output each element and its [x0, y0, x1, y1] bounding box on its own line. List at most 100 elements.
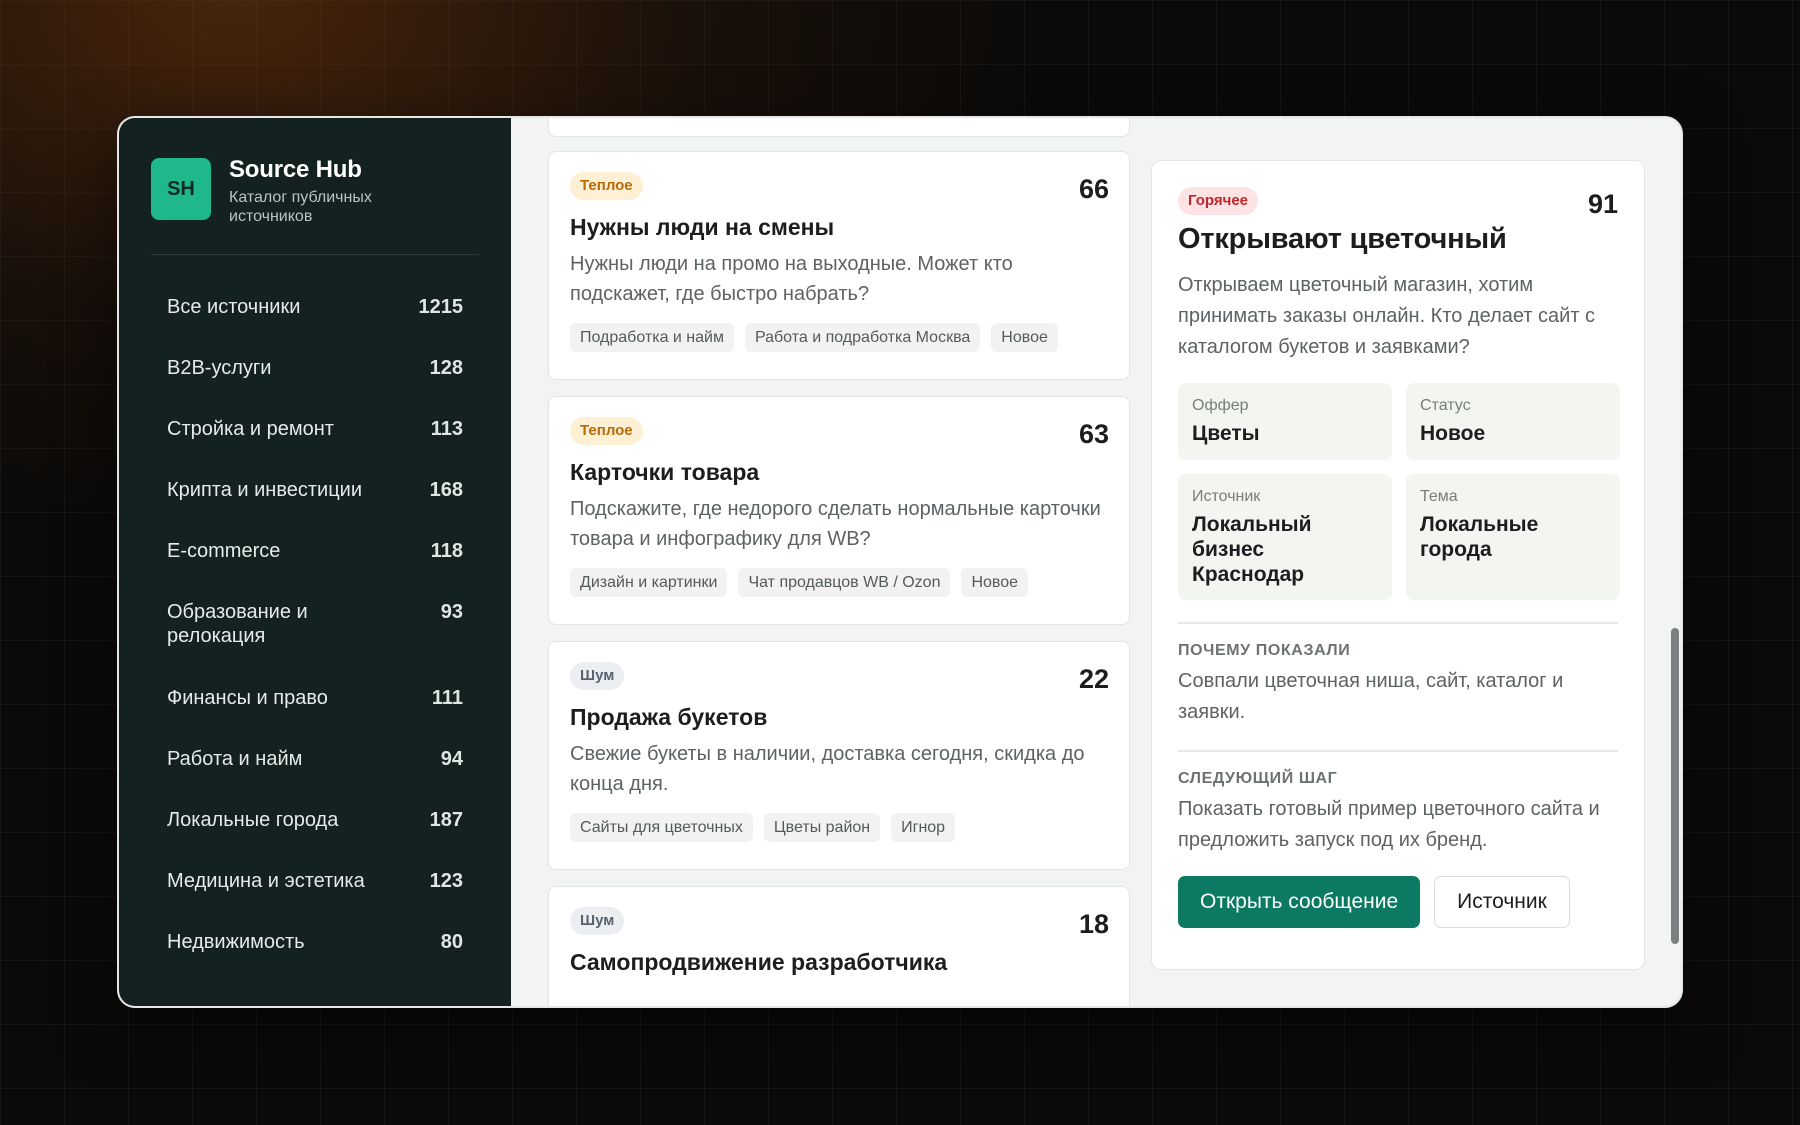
- sidebar-item-realty[interactable]: Недвижимость 80: [151, 916, 479, 977]
- sidebar-item-ecommerce[interactable]: E-commerce 118: [151, 525, 479, 586]
- sidebar-item-label: Крипта и инвестиции: [167, 479, 362, 501]
- sidebar-item-b2b[interactable]: B2B-услуги 128: [151, 342, 479, 403]
- tag: Игнор: [891, 813, 956, 842]
- lead-title: Самопродвижение разработчика: [570, 949, 948, 975]
- app-window: SH Source Hub Каталог публичных источник…: [117, 116, 1683, 1008]
- sidebar-item-construction[interactable]: Стройка и ремонт 113: [151, 403, 479, 464]
- tag: Чат продавцов WB / Ozon: [738, 568, 951, 597]
- temperature-badge: Шум: [570, 662, 625, 690]
- lead-score: 18: [1078, 909, 1109, 939]
- tag: Дизайн и картинки: [570, 568, 728, 597]
- lead-score: 22: [1078, 664, 1109, 694]
- sidebar-item-count: 94: [440, 748, 463, 770]
- lead-card[interactable]: Теплое 66 Нужны люди на смены Нужны люди…: [548, 151, 1130, 380]
- sidebar-item-count: 80: [440, 931, 463, 953]
- sidebar-item-label: Медицина и эстетика: [167, 870, 365, 892]
- brand: SH Source Hub Каталог публичных источник…: [151, 156, 479, 255]
- sidebar-item-education[interactable]: Образование и релокация 93: [151, 586, 479, 672]
- main-area: Теплое 66 Нужны люди на смены Нужны люди…: [511, 118, 1681, 1006]
- next-step-section: СЛЕДУЮЩИЙ ШАГ Показать готовый пример цв…: [1178, 750, 1618, 856]
- detail-facts: Оффер Цветы Статус Новое Источник Локаль…: [1178, 383, 1620, 600]
- detail-text: Открываем цветочный магазин, хотим прини…: [1178, 274, 1596, 358]
- sidebar-item-label: Локальные города: [167, 809, 339, 831]
- fact-label: Источник: [1192, 488, 1261, 505]
- sidebar-item-label: Образование и релокация: [167, 601, 308, 647]
- tag: Новое: [991, 323, 1058, 352]
- sidebar-item-count: 113: [430, 418, 463, 440]
- sidebar-item-count: 128: [429, 357, 463, 379]
- lead-title: Карточки товара: [570, 459, 760, 485]
- sidebar-item-local[interactable]: Локальные города 187: [151, 794, 479, 855]
- lead-text: Подскажите, где недорого сделать нормаль…: [570, 498, 1101, 550]
- sidebar-item-count: 118: [430, 540, 463, 562]
- brand-name: Source Hub: [229, 156, 362, 183]
- temperature-badge: Теплое: [570, 172, 643, 200]
- fact-value: Цветы: [1192, 422, 1260, 445]
- lead-text: Свежие букеты в наличии, доставка сегодн…: [570, 743, 1085, 795]
- temperature-badge: Теплое: [570, 417, 643, 445]
- sidebar: SH Source Hub Каталог публичных источник…: [119, 118, 511, 1006]
- fact-label: Оффер: [1192, 397, 1249, 414]
- sidebar-item-medicine[interactable]: Медицина и эстетика 123: [151, 855, 479, 916]
- sidebar-item-crypto[interactable]: Крипта и инвестиции 168: [151, 464, 479, 525]
- fact-source: Источник Локальный бизнес Краснодар: [1178, 474, 1392, 600]
- sidebar-item-label: Финансы и право: [167, 687, 328, 709]
- brand-logo: SH: [151, 158, 211, 220]
- section-text: Показать готовый пример цветочного сайта…: [1178, 798, 1600, 851]
- fact-label: Статус: [1420, 397, 1471, 414]
- tag: Цветы район: [763, 813, 881, 842]
- section-title: ПОЧЕМУ ПОКАЗАЛИ: [1178, 642, 1351, 659]
- lead-title: Нужны люди на смены: [570, 214, 835, 240]
- lead-tags: Подработка и найм Работа и подработка Мо…: [570, 323, 1109, 352]
- temperature-badge: Шум: [570, 907, 625, 935]
- temperature-badge: Горячее: [1178, 187, 1259, 215]
- lead-score: 63: [1078, 419, 1109, 449]
- fact-value: Локальные города: [1420, 513, 1539, 561]
- lead-card[interactable]: Теплое 63 Карточки товара Подскажите, гд…: [548, 396, 1130, 625]
- why-shown-section: ПОЧЕМУ ПОКАЗАЛИ Совпали цветочная ниша, …: [1178, 622, 1618, 728]
- lead-score: 91: [1587, 189, 1618, 219]
- lead-title: Продажа букетов: [570, 704, 768, 730]
- sidebar-item-finance[interactable]: Финансы и право 111: [151, 672, 479, 733]
- sidebar-item-count: 93: [440, 601, 463, 623]
- tag: Подработка и найм: [570, 323, 734, 352]
- sidebar-item-label: Недвижимость: [167, 931, 305, 953]
- fact-offer: Оффер Цветы: [1178, 383, 1392, 460]
- section-text: Совпали цветочная ниша, сайт, каталог и …: [1178, 670, 1564, 723]
- brand-subtitle: Каталог публичных источников: [229, 189, 372, 225]
- tag: Новое: [961, 568, 1029, 597]
- sidebar-item-all[interactable]: Все источники 1215: [151, 281, 479, 342]
- detail-actions: Открыть сообщение Источник: [1178, 876, 1618, 928]
- sidebar-item-label: Стройка и ремонт: [167, 418, 334, 440]
- sidebar-item-count: 168: [429, 479, 463, 501]
- sidebar-item-count: 111: [431, 687, 463, 709]
- lead-score: 66: [1078, 174, 1109, 204]
- fact-label: Тема: [1420, 488, 1458, 505]
- source-button[interactable]: Источник: [1434, 876, 1570, 928]
- detail-title: Открывают цветочный: [1178, 223, 1507, 255]
- sidebar-item-label: E-commerce: [167, 540, 281, 562]
- lead-card[interactable]: Шум 22 Продажа букетов Свежие букеты в н…: [548, 641, 1130, 870]
- sidebar-item-label: B2B-услуги: [167, 357, 272, 379]
- lead-card-partial[interactable]: [548, 118, 1130, 137]
- lead-text: Нужны люди на промо на выходные. Может к…: [570, 253, 1013, 305]
- lead-card[interactable]: Шум 18 Самопродвижение разработчика: [548, 886, 1130, 1006]
- sidebar-item-count: 187: [429, 809, 463, 831]
- fact-value: Локальный бизнес Краснодар: [1192, 513, 1312, 586]
- lead-tags: Сайты для цветочных Цветы район Игнор: [570, 813, 1109, 842]
- tag: Работа и подработка Москва: [744, 323, 981, 352]
- sidebar-item-count: 123: [429, 870, 463, 892]
- open-message-button[interactable]: Открыть сообщение: [1178, 876, 1421, 928]
- tag: Сайты для цветочных: [570, 813, 753, 842]
- scrollbar-thumb[interactable]: [1671, 628, 1679, 944]
- sidebar-item-jobs[interactable]: Работа и найм 94: [151, 733, 479, 794]
- sidebar-item-label: Работа и найм: [167, 748, 303, 770]
- fact-status: Статус Новое: [1406, 383, 1620, 460]
- fact-topic: Тема Локальные города: [1406, 474, 1620, 600]
- lead-detail-panel: Горячее 91 Открывают цветочный Открываем…: [1151, 160, 1645, 970]
- sidebar-item-count: 1215: [418, 296, 464, 318]
- sidebar-item-label: Все источники: [167, 296, 301, 318]
- section-title: СЛЕДУЮЩИЙ ШАГ: [1178, 770, 1338, 787]
- lead-tags: Дизайн и картинки Чат продавцов WB / Ozo…: [570, 568, 1109, 597]
- lead-list: Теплое 66 Нужны люди на смены Нужны люди…: [548, 118, 1130, 1006]
